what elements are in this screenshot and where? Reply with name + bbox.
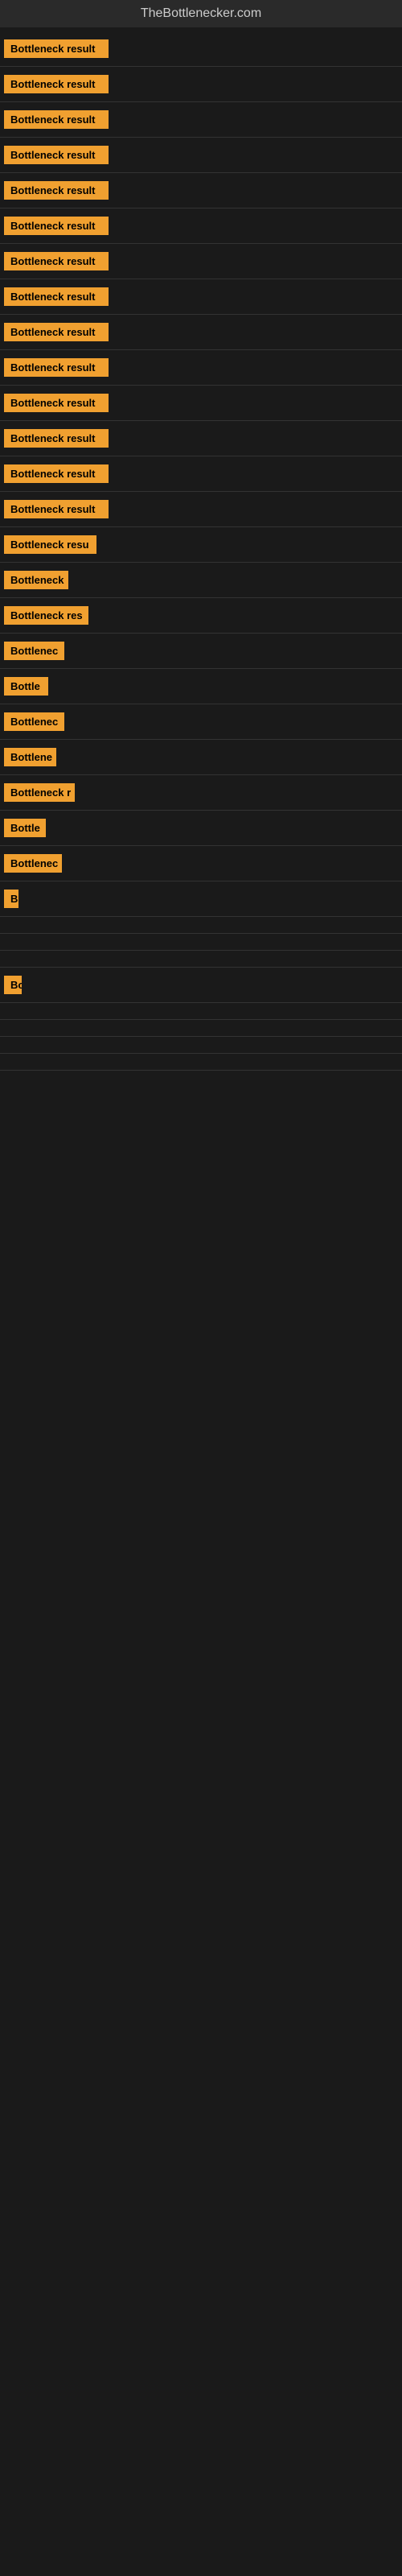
list-item: Bottle <box>0 811 402 846</box>
list-item: Bottleneck <box>0 563 402 598</box>
list-item: Bottleneck result <box>0 67 402 102</box>
site-title-text: TheBottlenecker.com <box>141 6 261 20</box>
list-item: Bottleneck result <box>0 456 402 492</box>
list-item: Bottleneck resu <box>0 527 402 563</box>
list-item <box>0 1054 402 1071</box>
list-item: Bottleneck result <box>0 208 402 244</box>
list-item <box>0 1037 402 1054</box>
bottleneck-badge[interactable]: Bottleneck result <box>4 429 109 448</box>
list-item: Bottle <box>0 669 402 704</box>
list-item: Bottleneck result <box>0 138 402 173</box>
list-item: Bottleneck result <box>0 31 402 67</box>
bottleneck-badge[interactable]: Bottlenec <box>4 712 64 731</box>
list-item: Bo <box>0 968 402 1003</box>
bottleneck-badge[interactable]: Bottleneck result <box>4 464 109 483</box>
bottleneck-badge[interactable]: Bottlenec <box>4 854 62 873</box>
bottleneck-badge[interactable]: Bottleneck result <box>4 217 109 235</box>
bottleneck-badge[interactable]: Bottleneck result <box>4 252 109 270</box>
list-item: Bottleneck result <box>0 244 402 279</box>
items-container: Bottleneck result Bottleneck result Bottle… <box>0 27 402 1071</box>
list-item: Bottleneck res <box>0 598 402 634</box>
list-item: Bottleneck result <box>0 492 402 527</box>
list-item: Bottlene <box>0 740 402 775</box>
bottleneck-badge[interactable]: Bottleneck result <box>4 146 109 164</box>
list-item: Bottleneck result <box>0 421 402 456</box>
list-item <box>0 917 402 934</box>
bottleneck-badge[interactable]: Bottleneck result <box>4 358 109 377</box>
bottleneck-badge[interactable]: B <box>4 890 18 908</box>
list-item <box>0 951 402 968</box>
list-item: Bottleneck result <box>0 102 402 138</box>
bottleneck-badge[interactable]: Bottle <box>4 677 48 696</box>
bottleneck-badge[interactable]: Bottleneck result <box>4 110 109 129</box>
list-item: Bottlenec <box>0 704 402 740</box>
bottleneck-badge[interactable]: Bottlenec <box>4 642 64 660</box>
bottleneck-badge[interactable]: Bottleneck result <box>4 181 109 200</box>
bottleneck-badge[interactable]: Bottleneck result <box>4 394 109 412</box>
bottleneck-badge[interactable]: Bottleneck res <box>4 606 88 625</box>
bottleneck-badge[interactable]: Bottleneck r <box>4 783 75 802</box>
list-item: Bottleneck r <box>0 775 402 811</box>
list-item: Bottlenec <box>0 846 402 881</box>
bottleneck-badge[interactable]: Bottle <box>4 819 46 837</box>
list-item <box>0 1020 402 1037</box>
list-item: Bottleneck result <box>0 173 402 208</box>
list-item: Bottleneck result <box>0 315 402 350</box>
bottleneck-badge[interactable]: Bottleneck <box>4 571 68 589</box>
list-item <box>0 934 402 951</box>
bottleneck-badge[interactable]: Bottleneck resu <box>4 535 96 554</box>
bottleneck-badge[interactable]: Bottleneck result <box>4 287 109 306</box>
list-item: Bottleneck result <box>0 279 402 315</box>
bottleneck-badge[interactable]: Bottlene <box>4 748 56 766</box>
bottleneck-badge[interactable]: Bottleneck result <box>4 39 109 58</box>
list-item: Bottleneck result <box>0 350 402 386</box>
list-item: Bottleneck result <box>0 386 402 421</box>
bottleneck-badge[interactable]: Bottleneck result <box>4 75 109 93</box>
bottleneck-badge[interactable]: Bottleneck result <box>4 500 109 518</box>
site-title: TheBottlenecker.com <box>0 0 402 27</box>
bottleneck-badge[interactable]: Bottleneck result <box>4 323 109 341</box>
list-item: B <box>0 881 402 917</box>
bottleneck-badge[interactable]: Bo <box>4 976 22 994</box>
list-item <box>0 1003 402 1020</box>
list-item: Bottlenec <box>0 634 402 669</box>
